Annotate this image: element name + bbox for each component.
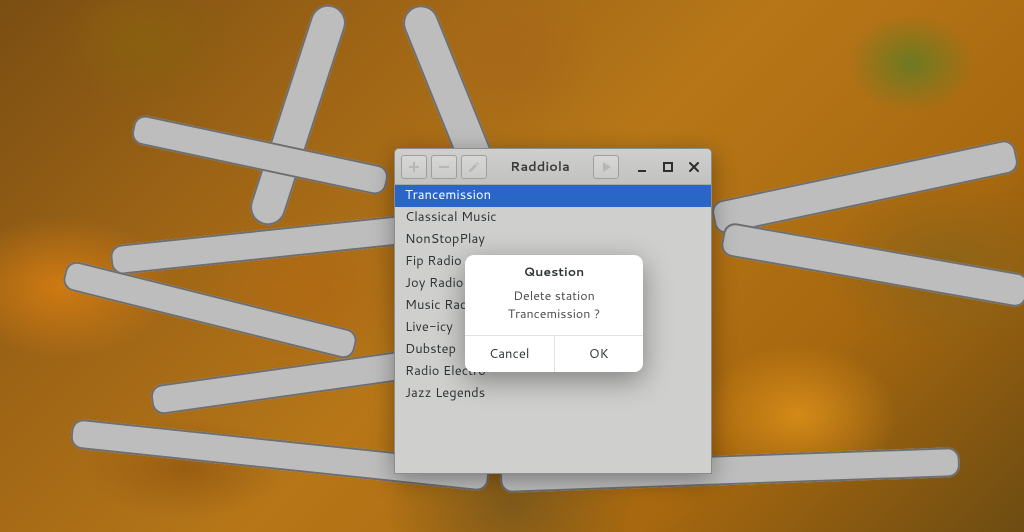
minimize-icon bbox=[636, 161, 648, 173]
titlebar[interactable]: Raddiola bbox=[395, 149, 711, 185]
pencil-icon bbox=[468, 161, 480, 173]
window-minimize-button[interactable] bbox=[631, 156, 653, 178]
wallpaper-road bbox=[61, 259, 359, 361]
minus-icon bbox=[438, 161, 450, 173]
window-maximize-button[interactable] bbox=[657, 156, 679, 178]
wallpaper-road bbox=[245, 0, 350, 230]
maximize-icon bbox=[662, 161, 674, 173]
confirm-dialog: Question Delete station Trancemission ? … bbox=[465, 255, 643, 372]
dialog-title: Question bbox=[465, 255, 643, 285]
add-station-button[interactable] bbox=[401, 155, 427, 179]
station-item[interactable]: NonStopPlay bbox=[395, 229, 711, 251]
remove-station-button[interactable] bbox=[431, 155, 457, 179]
edit-station-button[interactable] bbox=[461, 155, 487, 179]
station-item[interactable]: Trancemission bbox=[395, 185, 711, 207]
station-item[interactable]: Jazz Legends bbox=[395, 383, 711, 405]
desktop-wallpaper: Raddiola bbox=[0, 0, 1024, 532]
play-icon bbox=[600, 161, 612, 173]
ok-button[interactable]: OK bbox=[554, 336, 644, 372]
dialog-message: Delete station Trancemission ? bbox=[465, 285, 643, 335]
window-title: Raddiola bbox=[510, 158, 570, 176]
wallpaper-road bbox=[719, 221, 1024, 308]
title-area: Raddiola bbox=[491, 158, 589, 176]
station-item[interactable]: Classical Music bbox=[395, 207, 711, 229]
cancel-button[interactable]: Cancel bbox=[465, 336, 554, 372]
plus-icon bbox=[408, 161, 420, 173]
play-button[interactable] bbox=[593, 155, 619, 179]
close-icon bbox=[688, 161, 700, 173]
wallpaper-road bbox=[710, 138, 1020, 236]
dialog-actions: Cancel OK bbox=[465, 335, 643, 372]
window-close-button[interactable] bbox=[683, 156, 705, 178]
